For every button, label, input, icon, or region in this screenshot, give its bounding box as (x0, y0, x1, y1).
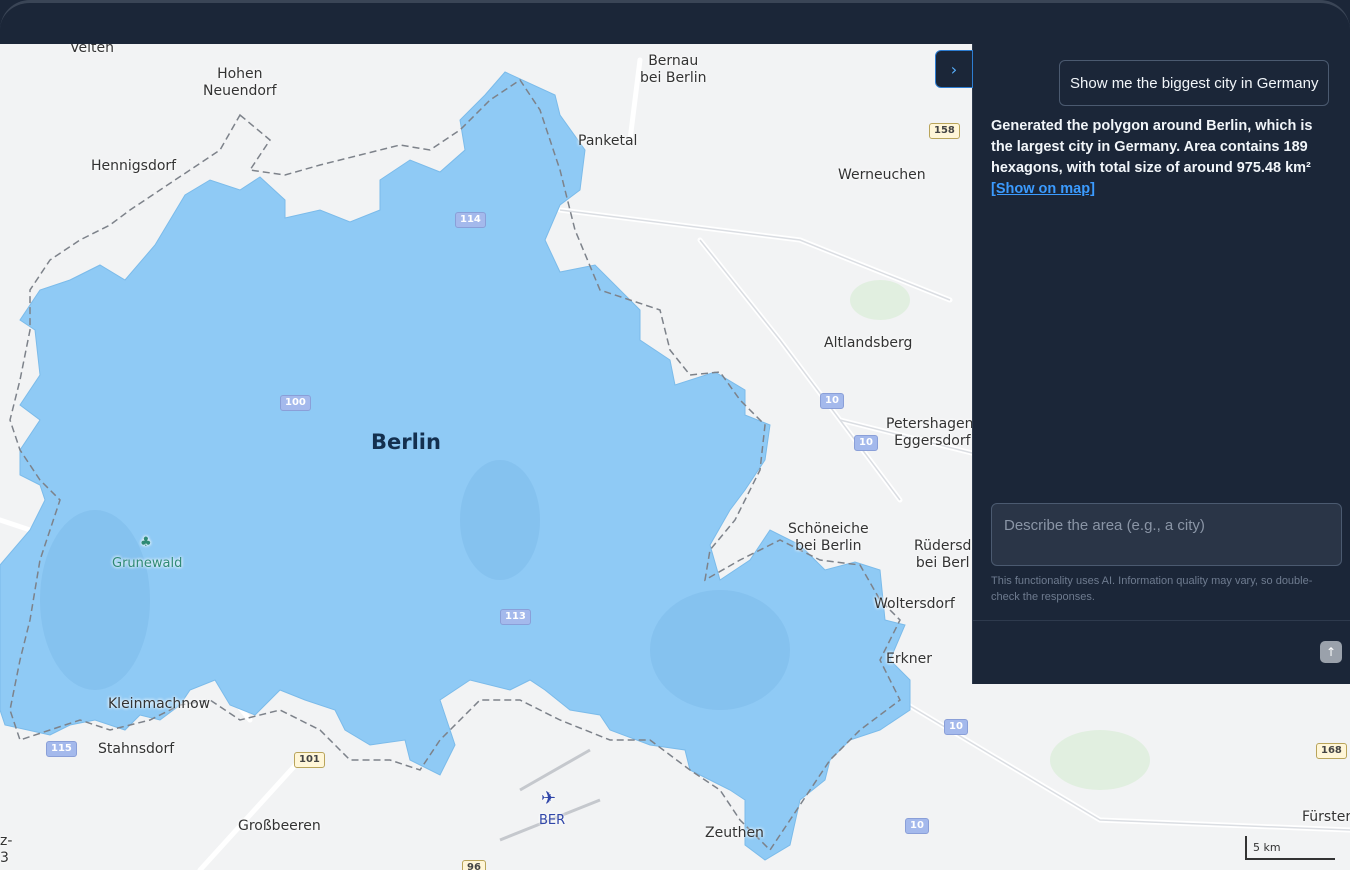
place-label: Woltersdorf (874, 596, 955, 612)
place-label: Schöneiche bei Berlin (788, 521, 869, 554)
assistant-reply: Generated the polygon around Berlin, whi… (991, 116, 1331, 200)
collapse-panel-button[interactable]: › (935, 50, 973, 88)
road-shield: 115 (46, 741, 77, 757)
road-shield: 10 (944, 719, 968, 735)
assistant-reply-text: Generated the polygon around Berlin, whi… (991, 118, 1313, 176)
park-icon: ♣ (140, 535, 152, 550)
divider (972, 620, 1350, 621)
place-label: Velten (70, 44, 114, 56)
place-label: Hennigsdorf (91, 158, 177, 174)
city-label-berlin: Berlin (371, 430, 441, 454)
show-on-map-link[interactable]: [Show on map] (991, 181, 1095, 197)
road-shield: 10 (905, 818, 929, 834)
place-label: Panketal (578, 133, 638, 149)
place-label: Bernau bei Berlin (640, 53, 707, 86)
road-shield: 114 (455, 212, 486, 228)
place-label: Erkner (886, 651, 932, 667)
area-input-box[interactable] (991, 503, 1342, 566)
place-label: Zeuthen (705, 825, 764, 841)
send-button[interactable]: ↑ (1320, 641, 1342, 663)
road-shield: 96 (462, 860, 486, 870)
top-bar (0, 0, 1350, 44)
place-label: Fürster (1302, 809, 1350, 825)
user-message: Show me the biggest city in Germany (1059, 60, 1330, 106)
road-shield: 168 (1316, 743, 1347, 759)
chevron-right-icon: › (950, 59, 958, 79)
road-shield: 10 (820, 393, 844, 409)
place-label: Altlandsberg (824, 335, 913, 351)
place-label: Rüdersd bei Berl (914, 538, 972, 571)
place-label: Großbeeren (238, 818, 321, 834)
area-description-input[interactable] (1002, 516, 1335, 535)
road-shield: 101 (294, 752, 325, 768)
park-label: Grunewald (112, 556, 183, 571)
road-shield: 100 (280, 395, 311, 411)
map-scale: 5 km (1245, 836, 1335, 860)
road-shield: 10 (854, 435, 878, 451)
road-shield: 113 (500, 609, 531, 625)
arrow-up-icon: ↑ (1325, 645, 1337, 659)
place-label: Werneuchen (838, 167, 926, 183)
place-label: z- 3 (0, 833, 13, 866)
place-label: Stahnsdorf (98, 741, 175, 757)
road-shield: 158 (929, 123, 960, 139)
airplane-icon: ✈ (541, 788, 557, 809)
place-label: Petershagen- Eggersdorf (886, 416, 979, 449)
place-label: Kleinmachnow (108, 696, 211, 712)
ai-disclaimer: This functionality uses AI. Information … (991, 575, 1313, 603)
place-label: Hohen Neuendorf (203, 66, 277, 99)
airport-label: BER (539, 813, 566, 828)
